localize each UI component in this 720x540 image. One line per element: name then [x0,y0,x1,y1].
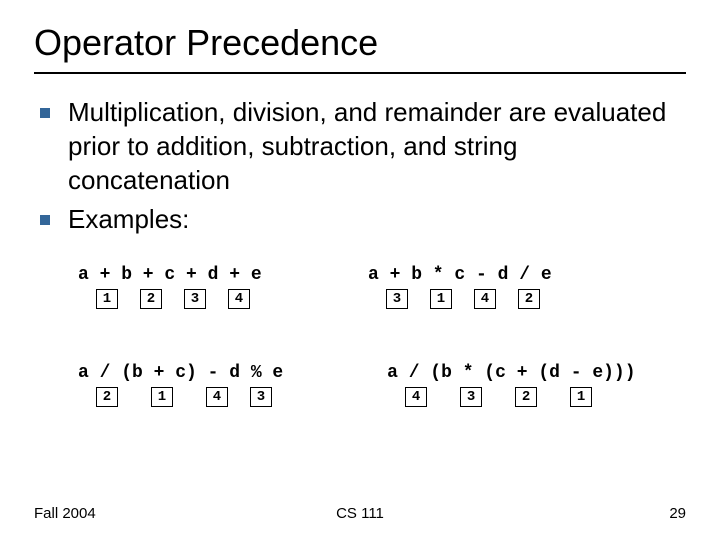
order-box: 3 [386,289,408,309]
order-box: 1 [96,289,118,309]
example-2: a + b * c - d / e 3 1 4 2 [368,265,578,323]
bullet-item: Multiplication, division, and remainder … [40,96,686,197]
order-box: 2 [96,387,118,407]
bullet-text: Multiplication, division, and remainder … [68,96,686,197]
example-1: a + b + c + d + e 1 2 3 4 [78,265,288,323]
bullet-item: Examples: [40,203,686,237]
title-rule [34,72,686,74]
bullet-text: Examples: [68,203,686,237]
footer-center: CS 111 [336,505,384,522]
expression-text: a / (b * (c + (d - e))) [387,363,666,383]
expression-text: a + b * c - d / e [368,265,578,285]
example-row: a + b + c + d + e 1 2 3 4 a + b * c - d … [78,265,666,323]
expression-text: a / (b + c) - d % e [78,363,307,383]
order-box: 2 [515,387,537,407]
order-box: 4 [405,387,427,407]
square-bullet-icon [40,215,50,225]
bullet-list: Multiplication, division, and remainder … [34,96,686,237]
order-box: 3 [250,387,272,407]
expression-text: a + b + c + d + e [78,265,288,285]
example-4: a / (b * (c + (d - e))) 4 3 2 1 [387,363,666,421]
order-box: 2 [140,289,162,309]
order-box: 2 [518,289,540,309]
slide-title: Operator Precedence [34,22,686,64]
examples-area: a + b + c + d + e 1 2 3 4 a + b * c - d … [34,265,686,421]
order-box: 3 [184,289,206,309]
order-box: 3 [460,387,482,407]
footer-left: Fall 2004 [34,505,96,522]
square-bullet-icon [40,108,50,118]
order-box: 4 [206,387,228,407]
slide-footer: Fall 2004 CS 111 29 [0,505,720,522]
order-box: 1 [151,387,173,407]
footer-right: 29 [669,505,686,522]
order-box: 4 [228,289,250,309]
order-box: 1 [430,289,452,309]
order-box: 4 [474,289,496,309]
example-row: a / (b + c) - d % e 2 1 4 3 a / (b * (c … [78,363,666,421]
order-box: 1 [570,387,592,407]
example-3: a / (b + c) - d % e 2 1 4 3 [78,363,307,421]
